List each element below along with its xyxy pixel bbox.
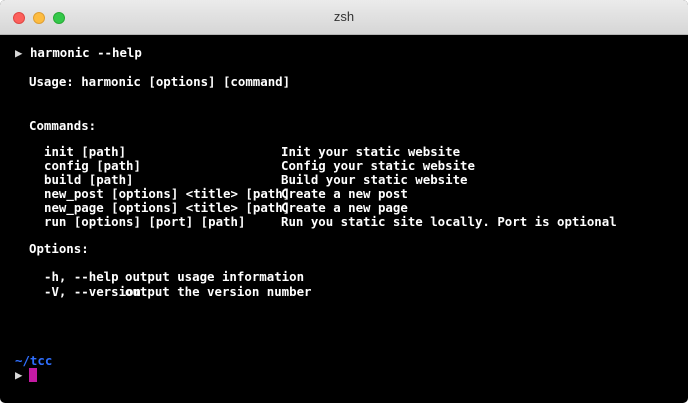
prompt-arrow-icon: ▶ xyxy=(15,45,23,60)
command-description: Init your static website xyxy=(281,144,461,159)
command-row: new_page [options] <title> [path] Create … xyxy=(44,200,408,215)
title-bar: zsh xyxy=(0,0,688,35)
command-name: init [path] xyxy=(44,144,127,159)
window-title: zsh xyxy=(333,9,355,24)
current-directory: ~/tcc xyxy=(15,353,53,368)
command-name: build [path] xyxy=(44,172,134,187)
option-row: -V, --version output the version number xyxy=(44,285,312,299)
terminal-window: zsh ▶ harmonic --help Usage: harmonic [o… xyxy=(0,0,688,403)
command-text: harmonic --help xyxy=(29,45,142,60)
command-description: Create a new post xyxy=(281,186,408,201)
command-name: config [path] xyxy=(44,158,141,173)
prompt-arrow-icon: ▶ xyxy=(15,367,23,382)
command-description: Config your static website xyxy=(281,158,475,173)
text-cursor[interactable] xyxy=(29,368,37,382)
command-description: Build your static website xyxy=(281,172,468,187)
command-row: build [path] Build your static website xyxy=(44,172,468,187)
command-row: new_post [options] <title> [path] Create … xyxy=(44,186,408,201)
command-description: Create a new page xyxy=(281,200,408,215)
command-line: ▶ harmonic --help xyxy=(15,46,142,60)
command-row: run [options] [port] [path] Run you stati… xyxy=(44,214,617,229)
usage-line: Usage: harmonic [options] [command] xyxy=(29,74,291,89)
terminal-output[interactable]: ▶ harmonic --help Usage: harmonic [optio… xyxy=(0,35,688,403)
command-description: Run you static site locally. Port is opt… xyxy=(281,214,617,229)
option-description: output usage information xyxy=(125,269,305,284)
option-row: -h, --help output usage information xyxy=(44,269,304,284)
command-name: run [options] [port] [path] xyxy=(44,214,246,229)
options-header: Options: xyxy=(29,241,89,256)
command-row: init [path] Init your static website xyxy=(44,144,460,159)
command-row: config [path] Config your static website xyxy=(44,158,475,173)
commands-header: Commands: xyxy=(29,118,97,133)
command-name: new_post [options] <title> [path] xyxy=(44,186,291,201)
command-name: new_page [options] <title> [path] xyxy=(44,200,291,215)
option-flag: -h, --help xyxy=(44,269,119,284)
option-description: output the version number xyxy=(125,284,312,299)
